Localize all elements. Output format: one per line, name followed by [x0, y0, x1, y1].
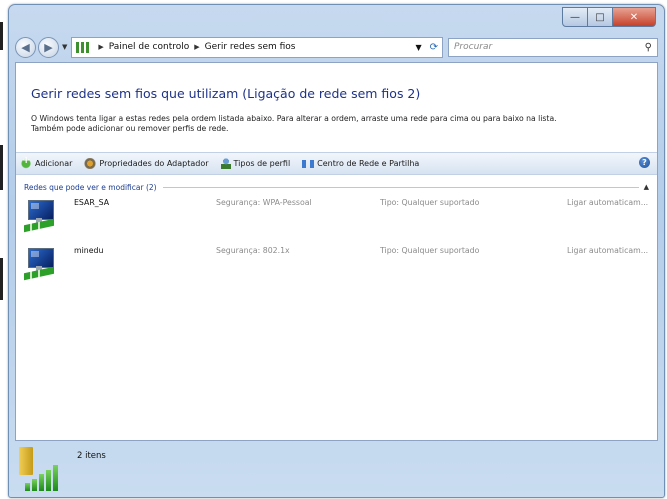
- left-edge-artifact: [0, 258, 3, 300]
- network-security: Segurança: WPA-Pessoal: [216, 198, 312, 207]
- refresh-icon[interactable]: ⟳: [430, 42, 438, 53]
- back-arrow-icon: ◀: [21, 40, 30, 54]
- network-type: Tipo: Qualquer suportado: [380, 246, 480, 255]
- description-line: Também pode adicionar ou remover perfis …: [31, 124, 229, 133]
- back-button[interactable]: ◀: [15, 36, 36, 58]
- page-title: Gerir redes sem fios que utilizam (Ligaç…: [31, 86, 421, 101]
- search-placeholder: Procurar: [454, 42, 493, 52]
- collapse-icon[interactable]: ▲: [644, 183, 649, 191]
- breadcrumb-separator-icon[interactable]: ▶: [98, 43, 103, 51]
- close-icon: ✕: [629, 11, 639, 23]
- network-group-header[interactable]: Redes que pode ver e modificar (2) ▲: [24, 181, 649, 193]
- content-pane: Gerir redes sem fios que utilizam (Ligaç…: [15, 62, 658, 441]
- profile-types-label: Tipos de perfil: [233, 159, 291, 168]
- network-row[interactable]: ESAR_SA Segurança: WPA-Pessoal Tipo: Qua…: [16, 196, 657, 233]
- network-name: minedu: [74, 246, 104, 255]
- magnifier-icon[interactable]: ⚲: [645, 42, 652, 53]
- wireless-network-icon: [24, 196, 58, 233]
- add-icon: [20, 155, 32, 169]
- add-button[interactable]: Adicionar: [20, 155, 73, 169]
- breadcrumb-control-panel[interactable]: Painel de controlo: [109, 42, 189, 52]
- network-center-icon: [302, 159, 315, 168]
- close-button[interactable]: ✕: [613, 7, 656, 27]
- left-edge-artifact: [0, 145, 3, 190]
- breadcrumb-manage-wireless[interactable]: Gerir redes sem fios: [205, 42, 296, 52]
- search-input[interactable]: Procurar ⚲: [448, 37, 658, 57]
- page-description: O Windows tenta ligar a estas redes pela…: [31, 114, 651, 134]
- recent-pages-dropdown[interactable]: ▼: [62, 43, 67, 51]
- group-label: Redes que pode ver e modificar (2): [24, 182, 157, 192]
- address-dropdown-icon[interactable]: ▼: [415, 43, 421, 52]
- profile-types-button[interactable]: Tipos de perfil: [220, 158, 291, 169]
- network-connect-mode: Ligar automaticam...: [567, 246, 649, 255]
- network-center-button[interactable]: Centro de Rede e Partilha: [302, 159, 419, 168]
- help-icon[interactable]: ?: [639, 157, 650, 168]
- address-bar[interactable]: ▶ Painel de controlo ▶ Gerir redes sem f…: [71, 36, 443, 58]
- wireless-network-icon: [24, 244, 58, 281]
- explorer-window: — □ ✕ ◀ ▶ ▼ ▶ Painel de controlo ▶ Gerir…: [8, 4, 665, 498]
- network-connect-mode: Ligar automaticam...: [567, 198, 649, 207]
- user-profile-icon: [220, 158, 231, 169]
- network-folder-icon: [76, 41, 90, 53]
- group-divider: [162, 186, 639, 188]
- caption-buttons: — □ ✕: [562, 7, 656, 27]
- adapter-properties-button[interactable]: Propriedades do Adaptador: [84, 158, 209, 169]
- maximize-icon: □: [595, 11, 605, 23]
- command-bar: Adicionar Propriedades do Adaptador Tipo…: [16, 152, 657, 175]
- breadcrumb-separator-icon[interactable]: ▶: [194, 43, 199, 51]
- item-count: 2 itens: [77, 451, 106, 461]
- network-type: Tipo: Qualquer suportado: [380, 198, 480, 207]
- wireless-folder-icon: [19, 447, 65, 491]
- minimize-button[interactable]: —: [562, 7, 588, 27]
- adapter-properties-label: Propriedades do Adaptador: [99, 159, 209, 168]
- network-center-label: Centro de Rede e Partilha: [317, 159, 420, 168]
- network-name: ESAR_SA: [74, 198, 110, 207]
- add-label: Adicionar: [35, 159, 73, 168]
- left-edge-artifact: [0, 22, 3, 50]
- network-row[interactable]: minedu Segurança: 802.1x Tipo: Qualquer …: [16, 244, 657, 281]
- forward-button[interactable]: ▶: [38, 36, 59, 58]
- description-line: O Windows tenta ligar a estas redes pela…: [31, 114, 557, 123]
- minimize-icon: —: [570, 11, 580, 23]
- navigation-bar: ◀ ▶ ▼ ▶ Painel de controlo ▶ Gerir redes…: [15, 35, 658, 59]
- forward-arrow-icon: ▶: [44, 40, 53, 54]
- adapter-properties-icon: [84, 158, 97, 169]
- maximize-button[interactable]: □: [588, 7, 613, 27]
- details-pane: 2 itens: [15, 441, 658, 493]
- network-security: Segurança: 802.1x: [216, 246, 290, 255]
